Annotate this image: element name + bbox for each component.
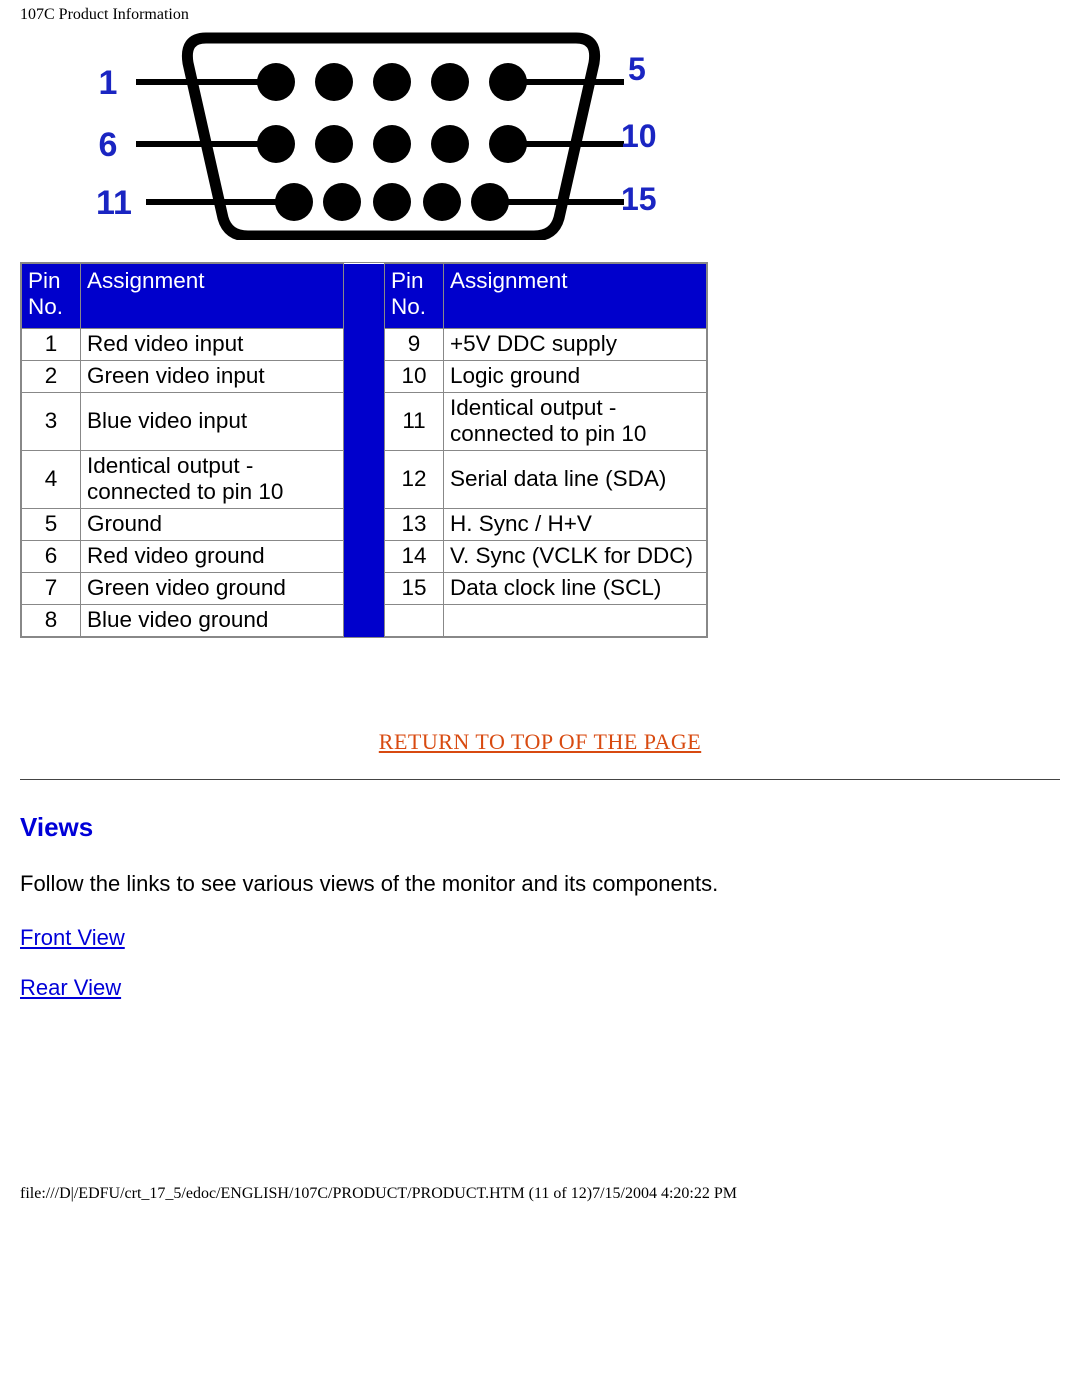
pin-label-10: 10 bbox=[621, 118, 657, 154]
table-header-assign-right: Assignment bbox=[444, 264, 707, 329]
divider bbox=[20, 779, 1060, 780]
table-header-pin-right: Pin No. bbox=[385, 264, 444, 329]
views-description: Follow the links to see various views of… bbox=[20, 871, 1060, 897]
page-header: 107C Product Information bbox=[20, 0, 1060, 24]
rear-view-link[interactable]: Rear View bbox=[20, 975, 121, 1001]
table-spacer bbox=[344, 264, 385, 637]
table-header-pin-left: Pin No. bbox=[22, 264, 81, 329]
pin-label-5: 5 bbox=[628, 51, 646, 87]
pin-label-6: 6 bbox=[99, 126, 118, 164]
pin-assignment-table: Pin No. Assignment Pin No. Assignment 1 … bbox=[21, 263, 707, 637]
footer-path: file:///D|/EDFU/crt_17_5/edoc/ENGLISH/10… bbox=[20, 1185, 1060, 1203]
pin-assignment-table-wrapper: Pin No. Assignment Pin No. Assignment 1 … bbox=[20, 262, 708, 638]
pin-label-1: 1 bbox=[99, 64, 118, 102]
views-heading: Views bbox=[20, 812, 1060, 843]
front-view-link[interactable]: Front View bbox=[20, 925, 125, 951]
pin-label-11: 11 bbox=[96, 184, 132, 222]
vga-connector-svg: 1 6 11 bbox=[76, 30, 626, 240]
table-header-assign-left: Assignment bbox=[81, 264, 344, 329]
return-to-top-link[interactable]: RETURN TO TOP OF THE PAGE bbox=[20, 729, 1060, 755]
pin-label-15: 15 bbox=[621, 181, 657, 217]
